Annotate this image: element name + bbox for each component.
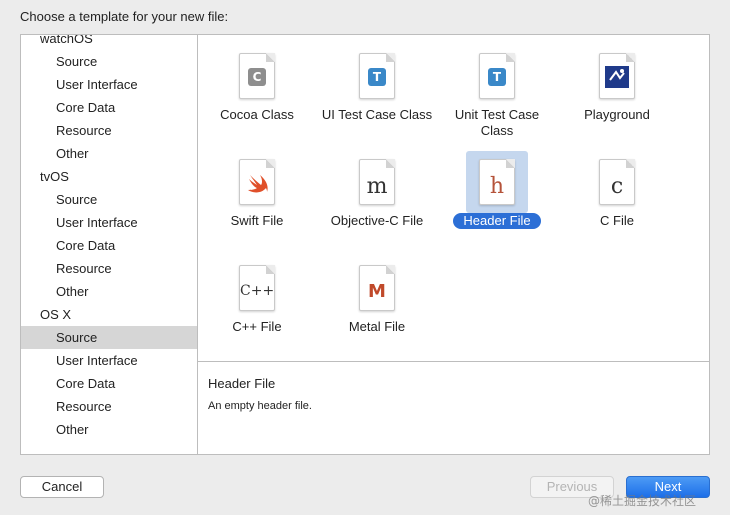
glyph: T [488, 68, 506, 86]
sidebar-item[interactable]: Source [21, 188, 197, 211]
template-tile[interactable]: T UI Test Case Class [318, 43, 436, 143]
template-label: UI Test Case Class [321, 107, 433, 122]
template-label: Metal File [348, 319, 406, 334]
template-panel: C Cocoa Class T UI Test Case Class T Unit Tes… [198, 34, 710, 455]
watermark: @稀土掘金技术社区 [588, 494, 697, 508]
template-tile[interactable]: C Cocoa Class [198, 43, 316, 143]
template-tile[interactable]: Playground [558, 43, 676, 143]
sidebar-item[interactable]: User Interface [21, 73, 197, 96]
swift-file-icon [239, 159, 275, 205]
sidebar-item[interactable]: Core Data [21, 96, 197, 119]
c-file-icon: c [599, 159, 635, 205]
glyph: m [366, 174, 388, 199]
template-label: Cocoa Class [220, 107, 294, 122]
sidebar-platform-header: tvOS [40, 169, 69, 184]
cocoa-class-icon: C [239, 53, 275, 99]
sidebar-item[interactable]: Source [21, 326, 197, 349]
cancel-button[interactable]: Cancel [20, 476, 104, 498]
sidebar-item[interactable]: Other [21, 142, 197, 165]
template-tile[interactable]: m Objective-C File [318, 149, 436, 249]
sidebar-item[interactable]: Core Data [21, 234, 197, 257]
template-category-sidebar[interactable]: watchOS Source User Interface Core Data Reso… [20, 34, 198, 455]
template-tile[interactable]: c C File [558, 149, 676, 249]
sidebar-item[interactable]: Resource [21, 395, 197, 418]
glyph: h [489, 174, 505, 199]
glyph: T [368, 68, 386, 86]
ui-test-case-icon: T [359, 53, 395, 99]
sidebar-item[interactable]: Other [21, 280, 197, 303]
template-label: Unit Test Case Class [454, 107, 540, 138]
glyph: C++ [240, 283, 275, 299]
sidebar-item[interactable]: Resource [21, 119, 197, 142]
template-tile[interactable]: T Unit Test Case Class [438, 43, 556, 143]
objective-c-file-icon: m [359, 159, 395, 205]
sidebar-platform-header: OS X [40, 307, 72, 322]
template-tile[interactable]: C++ C++ File [198, 255, 316, 355]
dialog-prompt: Choose a template for your new file: [20, 9, 229, 24]
template-label: Objective-C File [330, 213, 424, 228]
header-file-icon: h [479, 159, 515, 205]
playground-icon [599, 53, 635, 99]
template-tile[interactable]: Swift File [198, 149, 316, 249]
sidebar-item[interactable]: Other [21, 418, 197, 441]
sidebar-item[interactable]: Source [21, 50, 197, 73]
glyph: C [248, 68, 266, 86]
template-label: C++ File [232, 319, 282, 334]
template-grid: C Cocoa Class T UI Test Case Class T Unit Tes… [198, 35, 709, 361]
template-label-text: Header File [453, 213, 541, 229]
metal-file-icon: M [359, 265, 395, 311]
sidebar-item[interactable]: Core Data [21, 372, 197, 395]
description-text: An empty header file. [208, 400, 312, 412]
sidebar-item[interactable]: User Interface [21, 211, 197, 234]
sidebar-item[interactable]: User Interface [21, 349, 197, 372]
template-label: Header File [438, 213, 556, 229]
unit-test-case-icon: T [479, 53, 515, 99]
glyph: M [368, 281, 386, 302]
template-label: Playground [584, 107, 650, 122]
template-tile[interactable]: M Metal File [318, 255, 436, 355]
template-tile[interactable]: h Header File [438, 149, 556, 249]
cpp-file-icon: C++ [239, 265, 275, 311]
sidebar-platform-header: watchOS [40, 34, 93, 46]
description-title: Header File [208, 376, 276, 391]
glyph: c [610, 174, 624, 199]
template-label: Swift File [230, 213, 284, 228]
sidebar-item[interactable]: Resource [21, 257, 197, 280]
template-description: Header File An empty header file. [198, 361, 709, 454]
template-label: C File [600, 213, 634, 228]
